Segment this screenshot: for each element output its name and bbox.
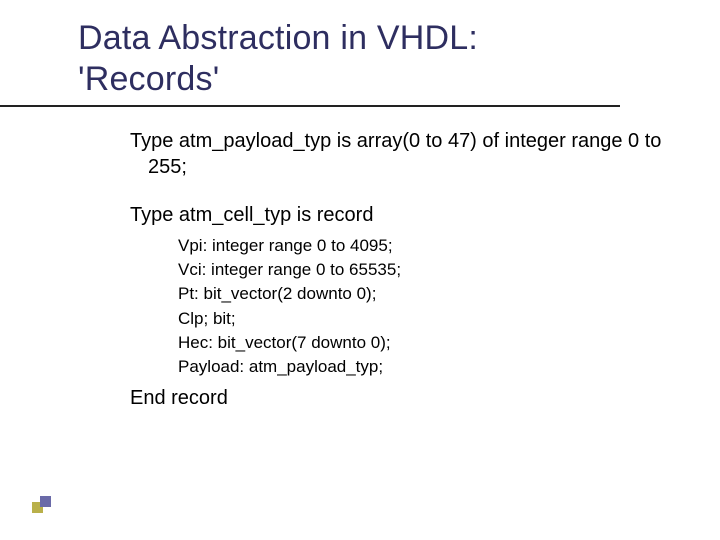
record-close: End record: [130, 385, 680, 411]
slide: Data Abstraction in VHDL: 'Records' Type…: [0, 0, 720, 540]
field-vpi: Vpi: integer range 0 to 4095;: [178, 234, 680, 258]
slide-title: Data Abstraction in VHDL: 'Records': [78, 18, 580, 101]
field-vci: Vci: integer range 0 to 65535;: [178, 258, 680, 282]
accent-squares-icon: [32, 496, 52, 514]
record-fields: Vpi: integer range 0 to 4095; Vci: integ…: [130, 234, 680, 379]
record-open: Type atm_cell_typ is record: [130, 202, 680, 228]
field-payload: Payload: atm_payload_typ;: [178, 355, 680, 379]
payload-type-def: Type atm_payload_typ is array(0 to 47) o…: [130, 129, 680, 180]
title-block: Data Abstraction in VHDL: 'Records': [0, 0, 620, 107]
field-pt: Pt: bit_vector(2 downto 0);: [178, 282, 680, 306]
field-clp: Clp; bit;: [178, 307, 680, 331]
field-hec: Hec: bit_vector(7 downto 0);: [178, 331, 680, 355]
body-block: Type atm_payload_typ is array(0 to 47) o…: [0, 107, 720, 411]
